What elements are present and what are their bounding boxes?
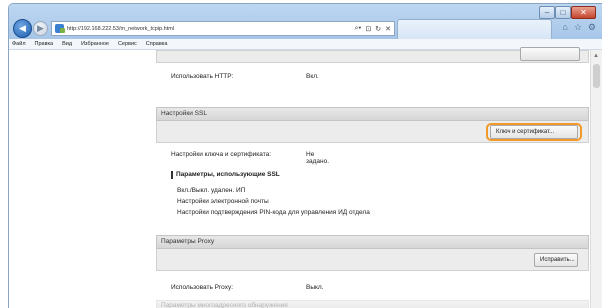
ssl-param-item: Вкл./Выкл. удален. ИП	[177, 187, 246, 194]
ssl-section-header: Настройки SSL	[156, 107, 589, 121]
ssl-params-title: Параметры, использующие SSL	[171, 171, 280, 179]
proxy-row: Использовать Proxy: Выкл.	[171, 284, 324, 291]
ssl-button-row: Ключ и сертификат...	[156, 121, 589, 143]
close-button[interactable]: ✕	[571, 6, 596, 19]
browser-window: – □ ✕ ◀ ▶ http://192.168.222.53/m_networ…	[8, 3, 602, 308]
title-bar: – □ ✕ ◀ ▶ http://192.168.222.53/m_networ…	[9, 4, 602, 39]
search-icon[interactable]: ⌕▾	[355, 25, 362, 33]
menu-item-view[interactable]: Вид	[62, 41, 72, 47]
page-content: Использовать HTTP: Вкл. Настройки SSL Кл…	[9, 47, 602, 308]
http-value: Вкл.	[306, 73, 319, 80]
arrow-right-icon: ▶	[37, 23, 44, 33]
browser-tab[interactable]	[397, 19, 552, 39]
site-favicon-icon	[55, 24, 65, 33]
back-button[interactable]: ◀	[13, 19, 32, 38]
top-partial-button[interactable]	[520, 47, 580, 61]
proxy-label: Использовать Proxy:	[171, 284, 234, 291]
top-button-row	[156, 47, 589, 63]
minimize-button[interactable]: –	[539, 6, 555, 19]
address-bar[interactable]: http://192.168.222.53/m_network_tcpip.ht…	[51, 21, 395, 36]
menu-item-file[interactable]: Файл	[12, 41, 26, 47]
proxy-section-header: Параметры Proxy	[156, 235, 589, 249]
proxy-button-row: Исправить...	[156, 249, 589, 271]
close-icon[interactable]: ✕	[385, 25, 391, 33]
url-text: http://192.168.222.53/m_network_tcpip.ht…	[67, 25, 175, 32]
ssl-param-item: Настройки подтверждения PIN-кода для упр…	[177, 209, 370, 216]
star-icon[interactable]: ☆	[574, 22, 582, 33]
menu-bar: Файл Правка Вид Избранное Сервис Справка	[9, 39, 602, 50]
toolbar-icons: ⌂ ☆ ⚙	[562, 22, 596, 33]
refresh-icon[interactable]: ↻	[375, 25, 381, 33]
ssl-param-item: Настройки электронной почты	[177, 198, 269, 205]
lock-icon[interactable]: ⊡	[365, 25, 371, 33]
proxy-value: Выкл.	[306, 284, 324, 291]
http-label: Использовать HTTP:	[171, 73, 234, 80]
home-icon[interactable]: ⌂	[562, 22, 567, 33]
menu-item-tools[interactable]: Сервис	[118, 41, 137, 47]
arrow-left-icon: ◀	[19, 23, 26, 33]
key-settings-value: Не задано.	[306, 151, 330, 165]
key-and-certificate-button[interactable]: Ключ и сертификат...	[490, 125, 578, 139]
key-settings-label: Настройки ключа и сертификата:	[171, 151, 272, 158]
menu-item-edit[interactable]: Правка	[35, 41, 54, 47]
scroll-thumb[interactable]	[593, 64, 600, 88]
menu-item-favorites[interactable]: Избранное	[81, 41, 109, 47]
gear-icon[interactable]: ⚙	[588, 22, 596, 33]
vertical-scrollbar[interactable]: ▲	[590, 50, 602, 308]
address-tools: ⌕▾ ⊡ ↻ ✕	[355, 22, 392, 35]
scroll-up-icon[interactable]: ▲	[593, 53, 599, 59]
forward-button[interactable]: ▶	[33, 21, 48, 36]
proxy-edit-button[interactable]: Исправить...	[534, 253, 578, 267]
maximize-button[interactable]: □	[555, 6, 571, 19]
key-settings-row: Настройки ключа и сертификата: Не задано…	[171, 151, 329, 165]
multicast-section-header: Параметры многоадресного обнаружения	[156, 300, 589, 308]
menu-item-help[interactable]: Справка	[146, 41, 168, 47]
http-row: Использовать HTTP: Вкл.	[171, 73, 319, 80]
